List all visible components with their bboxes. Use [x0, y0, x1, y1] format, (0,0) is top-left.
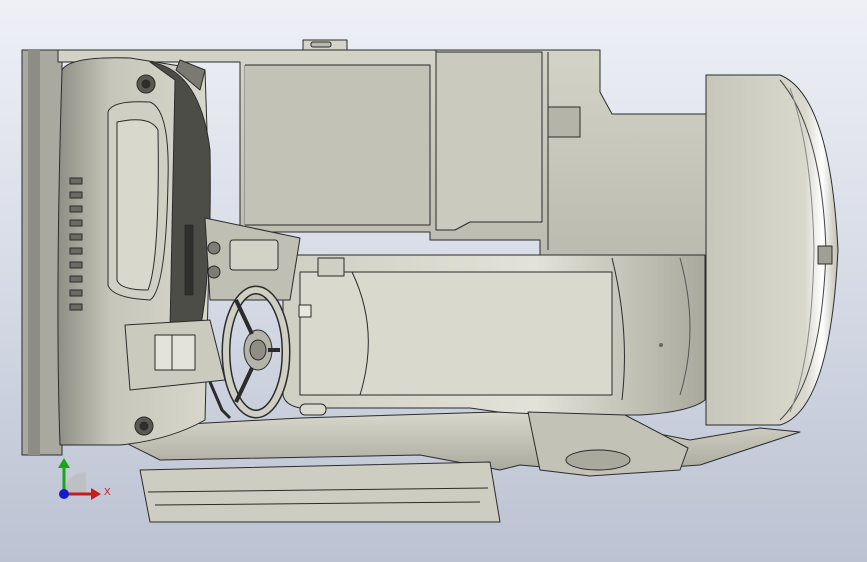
- vent-cutout: [547, 106, 581, 138]
- car-interior-model[interactable]: [0, 0, 867, 562]
- seat-latch: [817, 245, 833, 265]
- z-axis-dot: [59, 489, 69, 499]
- coordinate-triad-svg: [58, 458, 101, 500]
- seat-button: [298, 304, 312, 318]
- cad-viewport[interactable]: X: [0, 0, 867, 562]
- door-sill: [139, 461, 501, 523]
- coordinate-triad-icon: X: [48, 458, 118, 510]
- seat-buckle: [317, 257, 345, 277]
- x-axis-label: X: [104, 487, 111, 498]
- steering-wheel[interactable]: [221, 285, 291, 419]
